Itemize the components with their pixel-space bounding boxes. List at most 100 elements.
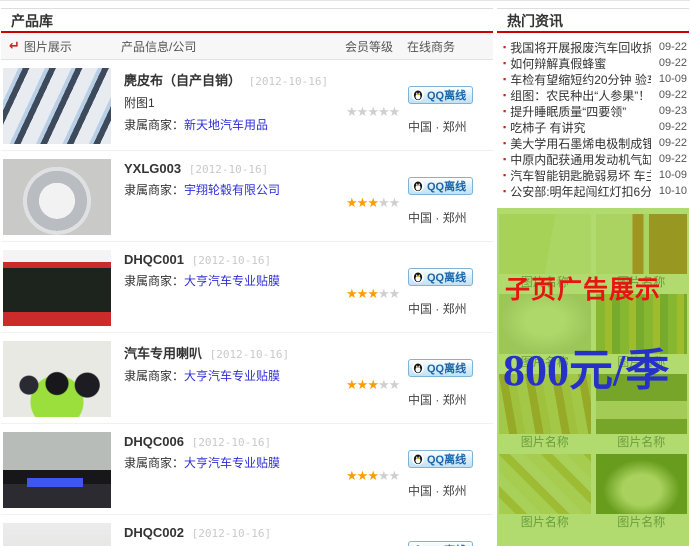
news-item-text[interactable]: 汽车智能钥匙脆弱易坏 车主需 [510,167,651,184]
merchant-label: 隶属商家： [124,456,184,470]
qq-button-label: QQ离线 [427,451,466,467]
product-date: [2012-10-16] [192,254,271,267]
qq-offline-button[interactable]: QQ离线 [408,177,473,195]
product-thumbnail[interactable] [3,68,111,144]
red-bullet-icon: ▪ [503,74,506,84]
product-row: 麂皮布（自产自销） [2012-10-16] 附图1 隶属商家：新天地汽车用品 … [1,60,493,151]
qq-button-label: QQ离线 [427,542,466,546]
star-icon: ★ [389,104,400,119]
member-level-stars: ★★★★★ [346,432,408,508]
qq-penguin-icon [412,453,424,465]
product-row: DHQC006 [2012-10-16] 隶属商家：大亨汽车专业贴膜 ★★★★★ [1,424,493,515]
product-thumbnail[interactable] [3,159,111,235]
member-level-stars: ★★★★★ [346,68,408,144]
product-thumbnail[interactable] [3,250,111,326]
product-name-link[interactable]: DHQC006 [124,434,184,449]
star-icon: ★ [357,377,368,392]
merchant-link[interactable]: 大亨汽车专业贴膜 [184,369,280,383]
merchant-link[interactable]: 宇翔轮毂有限公司 [184,183,280,197]
merchant-label: 隶属商家： [124,183,184,197]
product-date: [2012-10-16] [192,436,271,449]
news-item-text[interactable]: 吃柿子 有讲究 [510,119,651,136]
news-item-date: 10-09 [651,169,687,181]
product-location: 中国 · 郑州 [408,300,493,317]
news-item-text[interactable]: 公安部:明年起闯红灯扣6分 挡 [510,183,651,200]
red-bullet-icon: ▪ [503,106,506,116]
star-icon: ★ [346,286,357,301]
qq-penguin-icon [412,362,424,374]
news-item[interactable]: ▪ 公安部:明年起闯红灯扣6分 挡 10-10 [501,183,687,199]
news-item-date: 10-10 [651,185,687,197]
product-location: 中国 · 郑州 [408,209,493,226]
qq-offline-button[interactable]: QQ离线 [408,541,473,546]
news-item[interactable]: ▪ 车检有望缩短约20分钟 验车将 10-09 [501,71,687,87]
product-info: 麂皮布（自产自销） [2012-10-16] 附图1 隶属商家：新天地汽车用品 [124,68,346,144]
product-row: DHQC001 [2012-10-16] 隶属商家：大亨汽车专业贴膜 ★★★★★ [1,242,493,333]
product-thumbnail[interactable] [3,523,111,546]
qq-button-label: QQ离线 [427,360,466,376]
qq-offline-button[interactable]: QQ离线 [408,450,473,468]
hot-news-list: ▪ 我国将开展报废汽车回收拆解 09-22 ▪ 如何辩解真假蜂蜜 09-22 ▪… [497,33,689,203]
news-item[interactable]: ▪ 提升睡眠质量“四要领” 09-23 [501,103,687,119]
qq-button-label: QQ离线 [427,269,466,285]
qq-penguin-icon [412,180,424,192]
qq-offline-button[interactable]: QQ离线 [408,86,473,104]
merchant-link[interactable]: 新天地汽车用品 [184,118,268,132]
product-name-link[interactable]: DHQC002 [124,525,184,540]
ad-price-label: 800元/季 [503,334,669,398]
product-date: [2012-10-16] [192,527,271,540]
news-item-date: 09-23 [651,105,687,117]
star-icon: ★ [346,104,357,119]
product-row: YXLG003 [2012-10-16] 隶属商家：宇翔轮毂有限公司 ★★★★★ [1,151,493,242]
ad-preview-area[interactable]: 图片名称 图片名称 图片名称 图片名称 [497,208,689,546]
news-item[interactable]: ▪ 美大学用石墨烯电极制成锂电 09-22 [501,135,687,151]
news-item-text[interactable]: 如何辩解真假蜂蜜 [510,55,651,72]
news-item[interactable]: ▪ 汽车智能钥匙脆弱易坏 车主需 10-09 [501,167,687,183]
news-item[interactable]: ▪ 组图：农民种出“人参果”！ 09-22 [501,87,687,103]
product-rows: 麂皮布（自产自销） [2012-10-16] 附图1 隶属商家：新天地汽车用品 … [1,60,493,546]
news-item-text[interactable]: 组图：农民种出“人参果”！ [510,87,651,104]
news-item-text[interactable]: 中原内配获通用发动机气缸套 [510,151,651,168]
red-bullet-icon: ▪ [503,154,506,164]
star-icon: ★ [367,104,378,119]
news-item-text[interactable]: 美大学用石墨烯电极制成锂电 [510,135,651,152]
product-name-link[interactable]: DHQC001 [124,252,184,267]
red-bullet-icon: ▪ [503,42,506,52]
product-thumbnail[interactable] [3,341,111,417]
product-name-link[interactable]: YXLG003 [124,161,181,176]
merchant-link[interactable]: 大亨汽车专业贴膜 [184,274,280,288]
column-header-info: 产品信息/公司 [121,38,345,55]
merchant-link[interactable]: 大亨汽车专业贴膜 [184,456,280,470]
product-location: 中国 · 郑州 [408,391,493,408]
star-icon: ★ [367,195,378,210]
star-icon: ★ [346,377,357,392]
red-bullet-icon: ▪ [503,122,506,132]
member-level-stars: ★★★★★ [346,523,408,546]
news-item-date: 09-22 [651,57,687,69]
product-name-link[interactable]: 汽车专用喇叭 [124,346,202,361]
product-name-link[interactable]: 麂皮布（自产自销） [124,73,241,88]
qq-offline-button[interactable]: QQ离线 [408,359,473,377]
star-icon: ★ [357,468,368,483]
star-icon: ★ [367,468,378,483]
star-icon: ★ [389,195,400,210]
product-info: YXLG003 [2012-10-16] 隶属商家：宇翔轮毂有限公司 [124,159,346,235]
star-icon: ★ [389,468,400,483]
right-sidebar: 热门资讯 ▪ 我国将开展报废汽车回收拆解 09-22 ▪ 如何辩解真假蜂蜜 09… [497,8,689,546]
product-thumbnail[interactable] [3,432,111,508]
red-bullet-icon: ▪ [503,170,506,180]
star-icon: ★ [346,195,357,210]
qq-offline-button[interactable]: QQ离线 [408,268,473,286]
red-bullet-icon: ▪ [503,186,506,196]
news-item-date: 09-22 [651,41,687,53]
news-item[interactable]: ▪ 中原内配获通用发动机气缸套 09-22 [501,151,687,167]
star-icon: ★ [357,104,368,119]
news-item[interactable]: ▪ 吃柿子 有讲究 09-22 [501,119,687,135]
news-item[interactable]: ▪ 如何辩解真假蜂蜜 09-22 [501,55,687,71]
member-level-stars: ★★★★★ [346,250,408,326]
merchant-label: 隶属商家： [124,369,184,383]
news-item-text[interactable]: 提升睡眠质量“四要领” [510,103,651,120]
news-item-text[interactable]: 我国将开展报废汽车回收拆解 [510,39,651,56]
news-item-text[interactable]: 车检有望缩短约20分钟 验车将 [510,71,651,88]
news-item[interactable]: ▪ 我国将开展报废汽车回收拆解 09-22 [501,39,687,55]
